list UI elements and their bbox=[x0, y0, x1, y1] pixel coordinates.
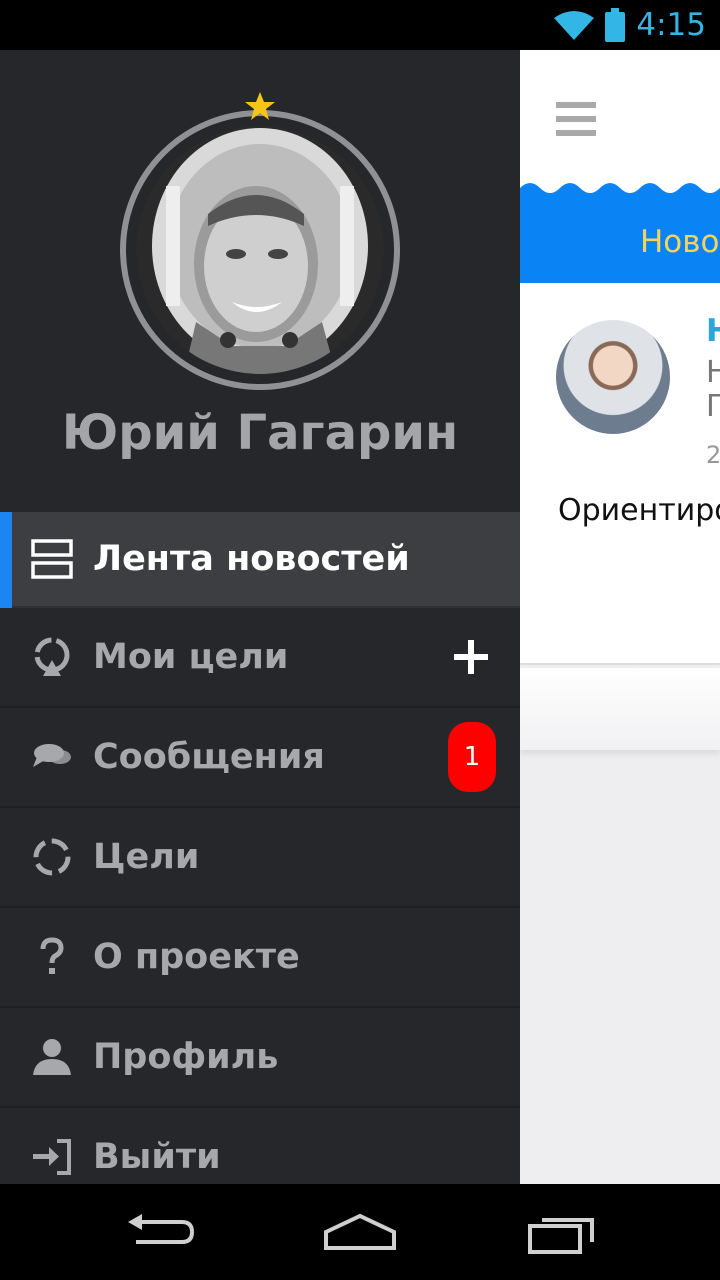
profile-icon bbox=[30, 1035, 74, 1079]
card-footer bbox=[520, 668, 720, 750]
card-title-line: П bbox=[706, 389, 720, 424]
author-avatar[interactable] bbox=[556, 320, 670, 434]
tab-news[interactable]: Новос bbox=[640, 224, 720, 260]
menu-icon[interactable] bbox=[556, 102, 596, 136]
main-content: Новос Н Н П 2 Ориентиро bbox=[520, 50, 720, 1184]
menu-item-label: Цели bbox=[93, 837, 200, 877]
menu-item-label: Выйти bbox=[93, 1137, 221, 1177]
news-feed-icon bbox=[30, 537, 74, 581]
goals-icon bbox=[30, 835, 74, 879]
wave-decoration bbox=[520, 183, 720, 200]
menu-item-my-goals[interactable]: Мои цели bbox=[0, 608, 520, 708]
menu-item-label: Сообщения bbox=[93, 737, 325, 777]
home-button[interactable] bbox=[320, 1208, 400, 1256]
user-name: Юрий Гагарин bbox=[61, 405, 459, 461]
status-bar: 4:15 bbox=[0, 0, 720, 50]
system-navigation-bar bbox=[0, 1184, 720, 1280]
add-goal-button[interactable] bbox=[454, 640, 488, 674]
menu-item-logout[interactable]: Выйти bbox=[0, 1108, 520, 1184]
menu-item-label: Профиль bbox=[93, 1037, 279, 1077]
drawer-menu: Лента новостей Мои цели Сообщения 1 Цели… bbox=[0, 512, 520, 1184]
menu-item-messages[interactable]: Сообщения 1 bbox=[0, 708, 520, 808]
profile-header: Юрий Гагарин bbox=[0, 50, 520, 512]
menu-item-label: О проекте bbox=[93, 937, 300, 977]
star-icon bbox=[245, 92, 275, 120]
recent-apps-button[interactable] bbox=[522, 1208, 602, 1256]
battery-icon bbox=[604, 8, 626, 42]
logout-icon bbox=[30, 1135, 74, 1179]
card-author[interactable]: Н bbox=[706, 313, 720, 349]
clock: 4:15 bbox=[636, 7, 706, 43]
card-text: Ориентиро bbox=[558, 493, 720, 528]
menu-item-news-feed[interactable]: Лента новостей bbox=[0, 512, 520, 608]
menu-item-profile[interactable]: Профиль bbox=[0, 1008, 520, 1108]
back-button[interactable] bbox=[120, 1208, 200, 1256]
menu-item-label: Мои цели bbox=[93, 637, 289, 677]
app-bar: Новос bbox=[520, 50, 720, 283]
card-title-line: Н bbox=[706, 355, 720, 390]
my-goals-icon bbox=[30, 635, 74, 679]
wifi-icon bbox=[554, 10, 595, 40]
card-date: 2 bbox=[706, 441, 720, 469]
news-card[interactable]: Н Н П 2 Ориентиро bbox=[520, 283, 720, 665]
unread-badge: 1 bbox=[448, 722, 496, 792]
menu-item-goals[interactable]: Цели bbox=[0, 808, 520, 908]
menu-item-about[interactable]: О проекте bbox=[0, 908, 520, 1008]
tab-bar: Новос bbox=[520, 198, 720, 283]
navigation-drawer: Юрий Гагарин Лента новостей Мои цели Соо… bbox=[0, 50, 520, 1184]
question-icon bbox=[30, 935, 74, 979]
menu-item-label: Лента новостей bbox=[93, 539, 410, 579]
avatar[interactable] bbox=[136, 126, 384, 374]
divider bbox=[520, 663, 720, 665]
messages-icon bbox=[30, 735, 74, 779]
